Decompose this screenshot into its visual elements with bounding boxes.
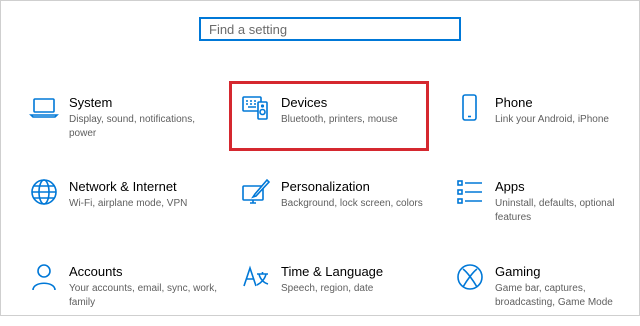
tile-personalization[interactable]: Personalization Background, lock screen,… [241,177,437,241]
tile-title: Gaming [495,264,541,279]
tile-title: Phone [495,95,533,110]
tile-accounts[interactable]: Accounts Your accounts, email, sync, wor… [29,262,225,326]
paint-brush-icon [241,177,271,207]
phone-icon [455,93,485,123]
tile-title: Personalization [281,179,370,194]
search-input[interactable] [209,21,459,37]
keyboard-speaker-icon [241,93,271,123]
laptop-icon [29,93,59,123]
tile-gaming[interactable]: Gaming Game bar, captures, broadcasting,… [455,262,640,326]
tile-phone[interactable]: Phone Link your Android, iPhone [455,93,640,157]
tile-apps[interactable]: Apps Uninstall, defaults, optional featu… [455,177,640,241]
tile-title: Apps [495,179,525,194]
globe-icon [29,177,59,207]
language-icon [241,262,271,292]
tile-devices[interactable]: Devices Bluetooth, printers, mouse [241,93,437,157]
tile-description: Speech, region, date [281,283,374,294]
tile-description: Link your Android, iPhone [495,114,609,125]
tile-description: Bluetooth, printers, mouse [281,114,398,125]
tile-system[interactable]: System Display, sound, notifications, po… [29,93,225,157]
tile-network[interactable]: Network & Internet Wi-Fi, airplane mode,… [29,177,225,241]
tile-description: Uninstall, defaults, optional features [495,198,615,223]
tile-description: Game bar, captures, broadcasting, Game M… [495,283,613,308]
settings-window: System Display, sound, notifications, po… [0,0,640,316]
person-icon [29,262,59,292]
xbox-icon [455,262,485,292]
apps-list-icon [455,177,485,207]
tile-title: System [69,95,113,110]
tile-description: Display, sound, notifications, power [69,114,195,139]
tile-title: Accounts [69,264,123,279]
tile-description: Background, lock screen, colors [281,198,423,209]
tile-title: Time & Language [281,264,384,279]
tile-description: Wi-Fi, airplane mode, VPN [69,198,188,209]
tile-time-language[interactable]: Time & Language Speech, region, date [241,262,437,326]
tile-description: Your accounts, email, sync, work, family [69,283,218,308]
search-box[interactable] [199,17,461,41]
tile-title: Network & Internet [69,179,177,194]
tile-title: Devices [281,95,328,110]
